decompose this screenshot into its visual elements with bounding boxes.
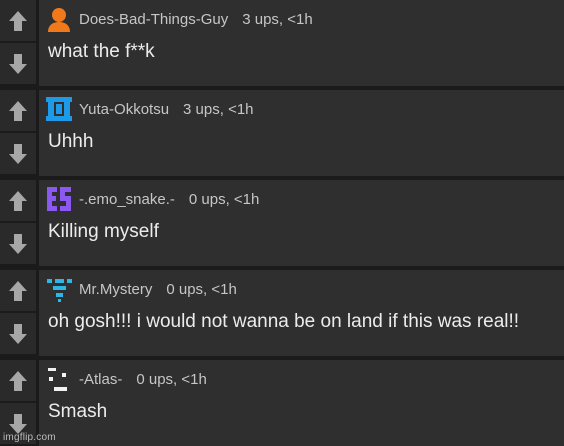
downvote-button[interactable] <box>0 313 36 354</box>
comment-body: Mr.Mystery 0 ups, <1h oh gosh!!! i would… <box>39 270 564 356</box>
vote-controls <box>0 270 36 356</box>
comment-stats: 3 ups, <1h <box>183 100 254 118</box>
upvote-button[interactable] <box>0 360 36 401</box>
comment-stats: 0 ups, <1h <box>166 280 237 298</box>
purple-pixel-pattern-icon[interactable] <box>45 185 73 213</box>
comment-meta: Mr.Mystery 0 ups, <1h <box>45 275 237 303</box>
cyan-pixel-pattern-icon[interactable] <box>45 275 73 303</box>
comment-item: -.emo_snake.- 0 ups, <1h Killing myself <box>0 180 564 266</box>
comment-item: Does-Bad-Things-Guy 3 ups, <1h what the … <box>0 0 564 86</box>
vote-controls <box>0 180 36 266</box>
comment-body: Does-Bad-Things-Guy 3 ups, <1h what the … <box>39 0 564 86</box>
comment-item: -Atlas- 0 ups, <1h Smash <box>0 360 564 446</box>
downvote-arrow-icon <box>9 323 27 344</box>
downvote-button[interactable] <box>0 43 36 84</box>
upvote-arrow-icon <box>9 100 27 121</box>
comment-text: what the f**k <box>48 41 155 62</box>
comment-body: -Atlas- 0 ups, <1h Smash <box>39 360 564 446</box>
upvote-button[interactable] <box>0 0 36 41</box>
downvote-button[interactable] <box>0 223 36 264</box>
upvote-button[interactable] <box>0 270 36 311</box>
comment-text: Killing myself <box>48 221 159 242</box>
comment-text: Smash <box>48 401 108 422</box>
downvote-arrow-icon <box>9 53 27 74</box>
upvote-arrow-icon <box>9 190 27 211</box>
comment-username[interactable]: -Atlas- <box>79 371 122 388</box>
comment-username[interactable]: Yuta-Okkotsu <box>79 101 169 118</box>
watermark: imgflip.com <box>3 432 56 443</box>
comment-body: -.emo_snake.- 0 ups, <1h Killing myself <box>39 180 564 266</box>
downvote-button[interactable] <box>0 133 36 174</box>
upvote-arrow-icon <box>9 280 27 301</box>
comment-item: Yuta-Okkotsu 3 ups, <1h Uhhh <box>0 90 564 176</box>
upvote-button[interactable] <box>0 90 36 131</box>
vote-controls <box>0 90 36 176</box>
comment-meta: Yuta-Okkotsu 3 ups, <1h <box>45 95 254 123</box>
comment-stats: 0 ups, <1h <box>136 370 207 388</box>
comment-meta: -Atlas- 0 ups, <1h <box>45 365 207 393</box>
upvote-arrow-icon <box>9 370 27 391</box>
comment-body: Yuta-Okkotsu 3 ups, <1h Uhhh <box>39 90 564 176</box>
comment-stats: 3 ups, <1h <box>242 10 313 28</box>
downvote-arrow-icon <box>9 143 27 164</box>
comment-stats: 0 ups, <1h <box>188 190 260 208</box>
comment-username[interactable]: Does-Bad-Things-Guy <box>79 11 228 28</box>
upvote-button[interactable] <box>0 180 36 221</box>
comment-meta: Does-Bad-Things-Guy 3 ups, <1h <box>45 5 313 33</box>
comment-username[interactable]: Mr.Mystery <box>79 281 152 298</box>
comment-text: oh gosh!!! i would not wanna be on land … <box>48 311 520 332</box>
blue-pixel-pattern-icon[interactable] <box>45 95 73 123</box>
upvote-arrow-icon <box>9 10 27 31</box>
comment-text: Uhhh <box>48 131 94 152</box>
white-pixel-pattern-icon[interactable] <box>45 365 73 393</box>
orange-person-icon[interactable] <box>45 5 73 33</box>
comment-item: Mr.Mystery 0 ups, <1h oh gosh!!! i would… <box>0 270 564 356</box>
comment-username[interactable]: -.emo_snake.- <box>79 191 175 208</box>
downvote-arrow-icon <box>9 233 27 254</box>
vote-controls <box>0 0 36 86</box>
comment-meta: -.emo_snake.- 0 ups, <1h <box>45 185 259 213</box>
